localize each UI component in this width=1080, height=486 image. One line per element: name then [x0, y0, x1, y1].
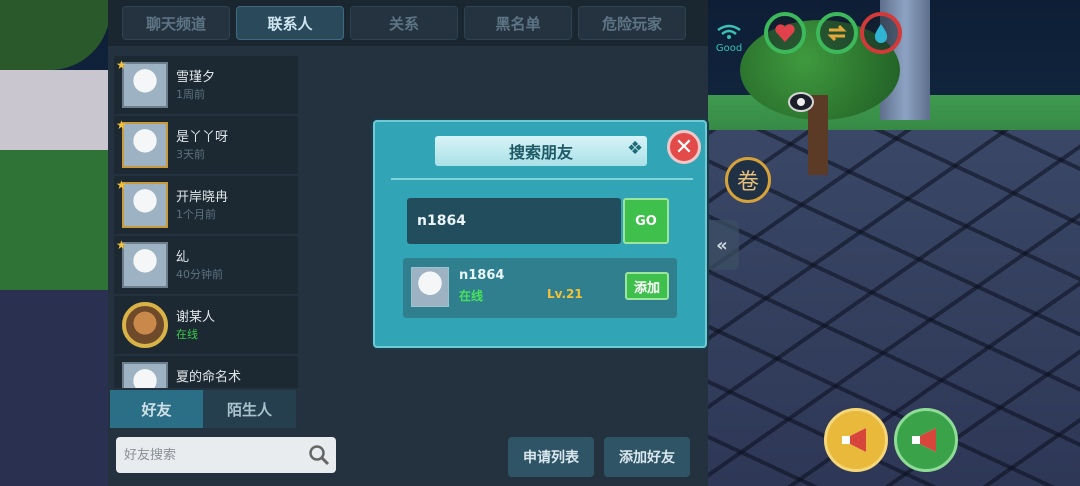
divider	[391, 178, 693, 180]
contact-item[interactable]: 夏的命名术	[114, 356, 298, 388]
avatar	[122, 362, 168, 388]
search-friend-dialog: ❖ 搜索朋友 ❖ ✕ n1864 GO n1864 在线 Lv.21 添加	[373, 120, 707, 348]
contact-item[interactable]: ★ 乣 40分钟前	[114, 236, 298, 294]
grass	[0, 150, 110, 290]
dialog-title: 搜索朋友	[435, 136, 647, 166]
contact-name: 是丫丫呀	[176, 130, 229, 145]
result-level: Lv.21	[547, 287, 583, 301]
apply-list-button[interactable]: 申请列表	[508, 437, 594, 477]
megaphone-icon	[912, 428, 936, 452]
megaphone-button[interactable]	[894, 408, 958, 472]
contact-status: 40分钟前	[176, 268, 223, 281]
go-button[interactable]: GO	[623, 198, 669, 244]
contact-name: 开岸晓冉	[176, 190, 229, 205]
contact-status: 1个月前	[176, 208, 216, 221]
horn-button[interactable]	[824, 408, 888, 472]
close-icon: ✕	[674, 134, 694, 160]
wifi-label: Good	[715, 43, 743, 54]
contact-item[interactable]: 谢某人 在线	[114, 296, 298, 354]
tab-relations[interactable]: 关系	[350, 6, 458, 40]
scroll-glyph: 卷	[736, 170, 759, 195]
star-icon: ★	[116, 238, 127, 252]
contact-status: 1周前	[176, 88, 205, 101]
top-tab-bar: 聊天频道 联系人 关系 黑名单 危险玩家	[108, 0, 708, 46]
contact-list[interactable]: ★ 雪瑾夕 1周前 ★ 是丫丫呀 3天前 ★ 开岸晓冉 1个月前 ★ 乣 40分…	[114, 56, 298, 388]
contact-name: 夏的命名术	[176, 370, 242, 385]
swap-button[interactable]	[816, 12, 858, 54]
tab-strangers[interactable]: 陌生人	[203, 390, 296, 428]
water-button[interactable]	[860, 12, 902, 54]
friend-type-tabs: 好友 陌生人	[110, 390, 296, 428]
search-icon[interactable]	[308, 444, 330, 466]
add-button[interactable]: 添加	[625, 272, 669, 300]
eye-icon[interactable]	[788, 92, 814, 112]
contact-name: 谢某人	[176, 310, 216, 325]
contact-item[interactable]: ★ 雪瑾夕 1周前	[114, 56, 298, 114]
ornament-icon: ❖	[627, 138, 644, 159]
contact-name: 乣	[176, 250, 190, 265]
avatar	[122, 122, 168, 168]
contact-name: 雪瑾夕	[176, 70, 216, 85]
search-query-input[interactable]: n1864	[407, 198, 621, 244]
building-wall	[0, 70, 110, 160]
search-result-row: n1864 在线 Lv.21 添加	[403, 258, 677, 318]
horn-icon	[842, 428, 866, 452]
friend-search-box	[116, 437, 336, 473]
tab-contacts[interactable]: 联系人	[236, 6, 344, 40]
water-drop-icon	[874, 24, 888, 43]
avatar	[122, 62, 168, 108]
contact-item[interactable]: ★ 开岸晓冉 1个月前	[114, 176, 298, 234]
result-name: n1864	[459, 268, 505, 283]
collapse-panel-button[interactable]: «	[705, 220, 739, 270]
star-icon: ★	[116, 58, 127, 72]
bush	[0, 0, 110, 70]
swap-arrows-icon	[827, 24, 847, 42]
double-chevron-left-icon: «	[716, 234, 728, 256]
heart-icon	[775, 24, 795, 42]
avatar	[122, 302, 168, 348]
star-icon: ★	[116, 178, 127, 192]
tab-chat-channel[interactable]: 聊天频道	[122, 6, 230, 40]
scroll-button[interactable]: 卷	[725, 157, 771, 203]
contact-status: 3天前	[176, 148, 205, 161]
ground	[0, 290, 110, 486]
contact-status: 在线	[176, 328, 198, 341]
tab-friends[interactable]: 好友	[110, 390, 203, 428]
avatar	[122, 182, 168, 228]
tab-dangerous-players[interactable]: 危险玩家	[578, 6, 686, 40]
close-button[interactable]: ✕	[667, 130, 701, 164]
star-icon: ★	[116, 118, 127, 132]
contact-item[interactable]: ★ 是丫丫呀 3天前	[114, 116, 298, 174]
add-friend-button[interactable]: 添加好友	[604, 437, 690, 477]
result-status: 在线	[459, 289, 484, 303]
wifi-icon: Good	[714, 24, 744, 54]
heart-button[interactable]	[764, 12, 806, 54]
avatar	[411, 267, 449, 307]
avatar	[122, 242, 168, 288]
friend-search-input[interactable]	[116, 437, 296, 473]
tab-blacklist[interactable]: 黑名单	[464, 6, 572, 40]
